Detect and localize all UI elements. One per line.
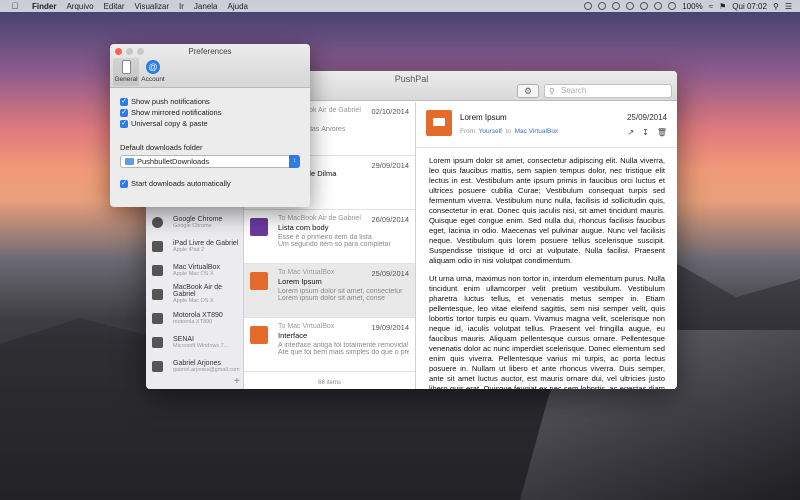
note-icon [250,272,268,290]
menu-editar[interactable]: Editar [104,2,125,11]
at-icon: @ [146,60,160,74]
checkmark-icon: ✓ [120,97,128,106]
device-item[interactable]: Motorola XT890 motorola XT890 [146,306,243,330]
start-downloads-checkbox[interactable]: ✓ Start downloads automatically [120,178,300,189]
checkmark-icon: ✓ [120,179,128,188]
download-icon[interactable]: ↧ [642,128,649,137]
search-icon: ⚲ [549,87,555,96]
trash-icon[interactable]: 🗑 [657,128,667,137]
tab-account[interactable]: @ Account [140,58,166,83]
note-icon [426,110,452,136]
status-icon[interactable] [584,2,593,10]
search-placeholder: Search [561,86,587,95]
preferences-content: ✓ Show push notifications ✓ Show mirrored … [110,88,310,197]
chrome-icon [152,216,163,228]
list-icon [250,218,268,236]
settings-button[interactable]: ⚙ [517,84,539,98]
device-item[interactable]: MacBook Air de Gabriel Apple Mac OS X [146,282,243,306]
menu-arquivo[interactable]: Arquivo [66,2,93,11]
status-area: 100% ≈ ⚑ Qui 07:02 ⚲ ☰ [584,2,800,11]
windows-icon [152,336,163,348]
device-item[interactable]: Mac VirtualBox Apple Mac OS X [146,258,243,282]
tab-general[interactable]: General [113,58,139,86]
menubar:  Finder Arquivo Editar Visualizar Ir Ja… [0,0,800,12]
detail-actions: ↗ ↧ 🗑 [627,128,667,137]
flag-icon[interactable]: ⚑ [719,2,726,11]
preferences-title: Preferences [188,47,232,56]
chevron-updown-icon: ↕ [289,155,300,168]
list-item-selected[interactable]: To Mac VirtualBox 25/09/2014 Lorem Ipsum… [244,264,415,318]
menu-ajuda[interactable]: Ajuda [228,2,248,11]
menu-janela[interactable]: Janela [194,2,218,11]
share-icon[interactable]: ↗ [627,128,634,137]
wifi-icon[interactable]: ≈ [709,2,713,11]
phone-icon [152,312,163,324]
detail-header: Lorem Ipsum From Yourself to Mac Virtual… [416,102,677,148]
status-icon[interactable] [668,2,677,10]
device-item[interactable]: Google Chrome Google Chrome [146,210,243,234]
detail-body: Lorem ipsum dolor sit amet, consectetur … [429,156,665,389]
folder-label: Default downloads folder [120,143,203,152]
folder-icon [125,158,134,165]
status-icon[interactable] [626,2,635,10]
device-item[interactable]: SENAI Microsoft Windows 7... [146,330,243,354]
tablet-icon [152,240,163,252]
spotlight-icon[interactable]: ⚲ [773,2,779,11]
show-push-checkbox[interactable]: ✓ Show push notifications [120,96,300,107]
item-count: 66 items [318,380,341,386]
gear-icon: ⚙ [523,86,533,96]
detail-date: 25/09/2014 [626,113,667,122]
clock[interactable]: Qui 07:02 [732,2,767,11]
battery-percent[interactable]: 100% [682,2,702,11]
switch-icon [121,60,131,74]
menu-visualizar[interactable]: Visualizar [134,2,169,11]
downloads-folder-select[interactable]: PushbulletDownloads ↕ [120,155,300,168]
checkmark-icon: ✓ [120,119,128,128]
apple-icon[interactable]:  [8,1,22,11]
push-detail: Lorem Ipsum From Yourself to Mac Virtual… [416,102,677,389]
menu-ir[interactable]: Ir [179,2,184,11]
checkmark-icon: ✓ [120,108,128,117]
detail-title: Lorem Ipsum [460,113,507,122]
menu-finder[interactable]: Finder [32,2,56,11]
notifications-icon[interactable]: ☰ [785,2,792,11]
preferences-toolbar: Preferences General @ Account [110,44,310,88]
device-item[interactable]: Gabriel Arjones gabriel.arjones@gmail.com [146,354,243,378]
status-icon[interactable] [598,2,607,10]
add-device-button[interactable]: + [234,376,240,387]
to-link[interactable]: Mac VirtualBox [515,128,559,135]
status-icon[interactable] [612,2,621,10]
user-icon [152,360,163,372]
search-input[interactable]: ⚲ Search [544,84,672,98]
from-link[interactable]: Yourself [479,128,502,135]
detail-from: From Yourself to Mac VirtualBox [460,128,559,135]
status-icon[interactable] [640,2,649,10]
apple-icon [152,264,163,276]
universal-copy-checkbox[interactable]: ✓ Universal copy & paste [120,118,300,129]
preferences-window: Preferences General @ Account ✓ Show push… [110,44,310,207]
device-item[interactable]: iPad Livre de Gabriel Apple iPad 2 [146,234,243,258]
list-item[interactable]: To MacBook Air de Gabriel 26/09/2014 Lis… [244,210,415,264]
note-icon [250,326,268,344]
show-mirrored-checkbox[interactable]: ✓ Show mirrored notifications [120,107,300,118]
list-item[interactable]: To Mac VirtualBox 19/09/2014 Interface A… [244,318,415,372]
apple-icon [152,288,163,300]
status-icon[interactable] [654,2,663,10]
